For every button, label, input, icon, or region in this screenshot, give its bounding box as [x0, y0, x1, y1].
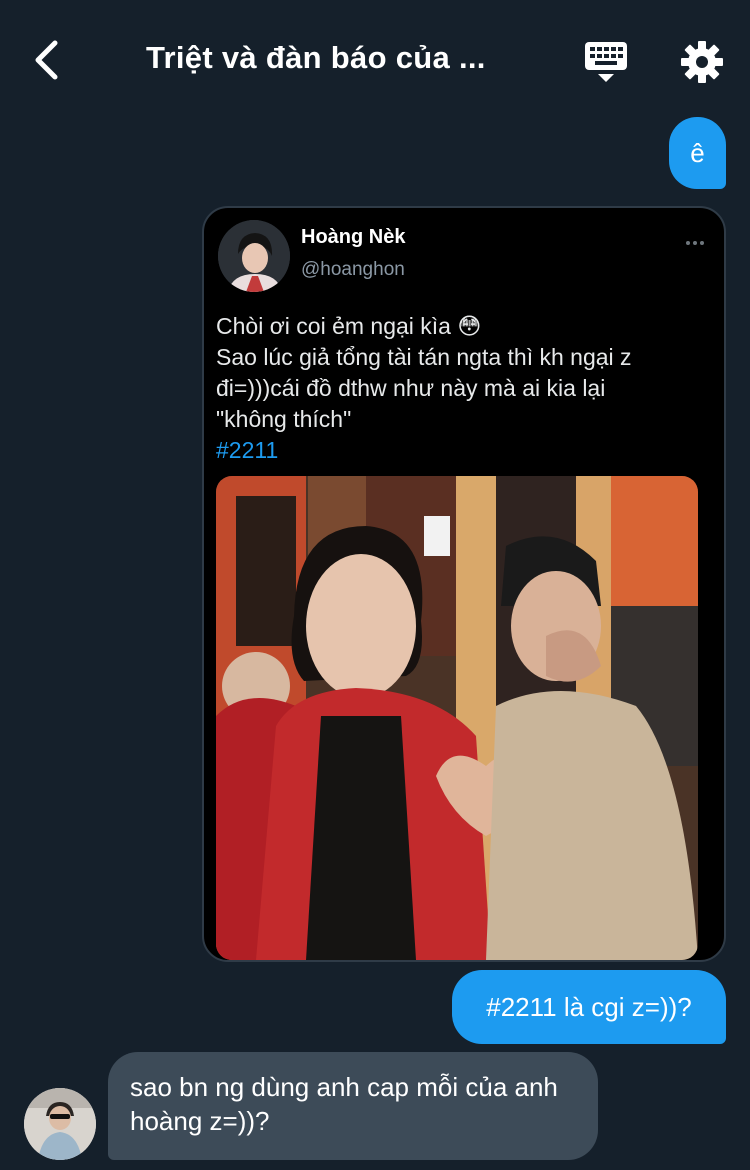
sender-avatar[interactable]	[24, 1088, 96, 1160]
tweet-photo-image	[216, 476, 698, 960]
tweet-photo[interactable]	[216, 476, 698, 960]
keyboard-icon	[585, 42, 627, 82]
tweet-author-handle: @hoanghon	[301, 259, 405, 280]
tweet-text-line: Chòi ơi coi ẻm ngại kìa 😳	[216, 313, 482, 339]
tweet-hashtag-link[interactable]: #2211	[216, 435, 716, 466]
message-text: #2211 là cgi z=))?	[486, 992, 692, 1022]
tweet-author-name[interactable]: Hoàng Nèk	[301, 226, 405, 249]
conversation-header: Triệt và đàn báo của ...	[0, 0, 750, 118]
shared-tweet-card[interactable]: Hoàng Nèk @hoanghon Chòi ơi coi ẻm ngại …	[202, 206, 726, 962]
avatar-photo	[24, 1088, 96, 1160]
tweet-author-avatar[interactable]	[218, 220, 290, 292]
back-button[interactable]	[26, 38, 66, 82]
message-text: sao bn ng dùng anh cap mỗi của anh hoàng…	[130, 1072, 558, 1136]
tweet-text-line: "không thích"	[216, 406, 352, 432]
keyboard-button[interactable]	[583, 40, 629, 84]
tweet-text: Chòi ơi coi ẻm ngại kìa 😳 Sao lúc giả tổ…	[216, 311, 716, 466]
more-options-button[interactable]	[686, 236, 710, 250]
more-dot-icon	[686, 241, 690, 245]
avatar-photo	[218, 220, 290, 292]
tweet-text-line: đi=)))cái đồ dthw như này mà ai kia lại	[216, 375, 606, 401]
incoming-message-bubble[interactable]: sao bn ng dùng anh cap mỗi của anh hoàng…	[108, 1052, 598, 1160]
more-dot-icon	[700, 241, 704, 245]
outgoing-message-bubble[interactable]: ê	[669, 117, 726, 189]
conversation-title[interactable]: Triệt và đàn báo của ...	[146, 40, 526, 76]
outgoing-message-bubble[interactable]: #2211 là cgi z=))?	[452, 970, 726, 1044]
more-dot-icon	[693, 241, 697, 245]
gear-icon	[681, 41, 723, 83]
tweet-text-line: Sao lúc giả tổng tài tán ngta thì kh ngạ…	[216, 344, 632, 370]
message-text: ê	[690, 138, 705, 168]
chevron-left-icon	[35, 40, 58, 80]
settings-button[interactable]	[680, 40, 724, 84]
